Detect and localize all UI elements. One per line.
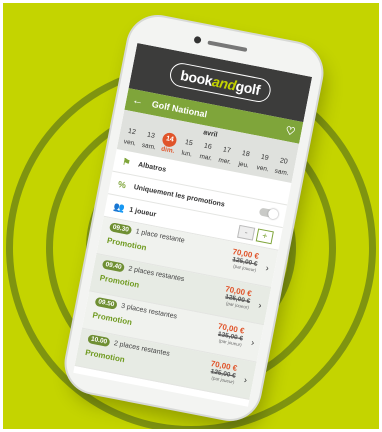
- day-20[interactable]: 20 sam.: [271, 153, 294, 178]
- promo-toggle[interactable]: [258, 207, 278, 219]
- tee-time-badge: 09.30: [108, 222, 133, 236]
- weekday-label: lun.: [180, 149, 193, 159]
- chevron-right-icon: ›: [250, 337, 256, 348]
- tee-time-badge: 09.40: [101, 259, 126, 273]
- weekday-label: sam.: [274, 167, 290, 178]
- tee-time-list: 09.30 1 place restante Promotion 70,00 €125…: [74, 216, 279, 400]
- increase-players-button[interactable]: +: [255, 227, 274, 244]
- weekday-label: sam.: [141, 141, 157, 152]
- favorite-heart-icon[interactable]: ♡: [284, 123, 296, 138]
- chevron-right-icon: ›: [257, 300, 263, 311]
- weekday-label: mar.: [198, 152, 213, 163]
- tee-time-badge: 10.00: [87, 334, 111, 348]
- weekday-label: ven.: [255, 164, 270, 174]
- weekday-label: ven.: [123, 138, 137, 148]
- camera-dot: [193, 35, 202, 45]
- weekday-label: jeu.: [237, 160, 250, 170]
- speaker-slot: [207, 40, 248, 52]
- weekday-label: mer.: [217, 156, 232, 166]
- players-stepper: - +: [237, 224, 274, 244]
- tee-time-badge: 09.50: [94, 296, 119, 310]
- chevron-right-icon: ›: [243, 374, 248, 386]
- background-panel: bookandgolf ← Golf National ♡ avril 12 ve…: [3, 3, 379, 429]
- weekday-label: dim.: [160, 145, 175, 155]
- decrease-players-button[interactable]: -: [237, 224, 256, 241]
- bookandgolf-logo: bookandgolf: [167, 60, 274, 105]
- chevron-right-icon: ›: [264, 262, 270, 274]
